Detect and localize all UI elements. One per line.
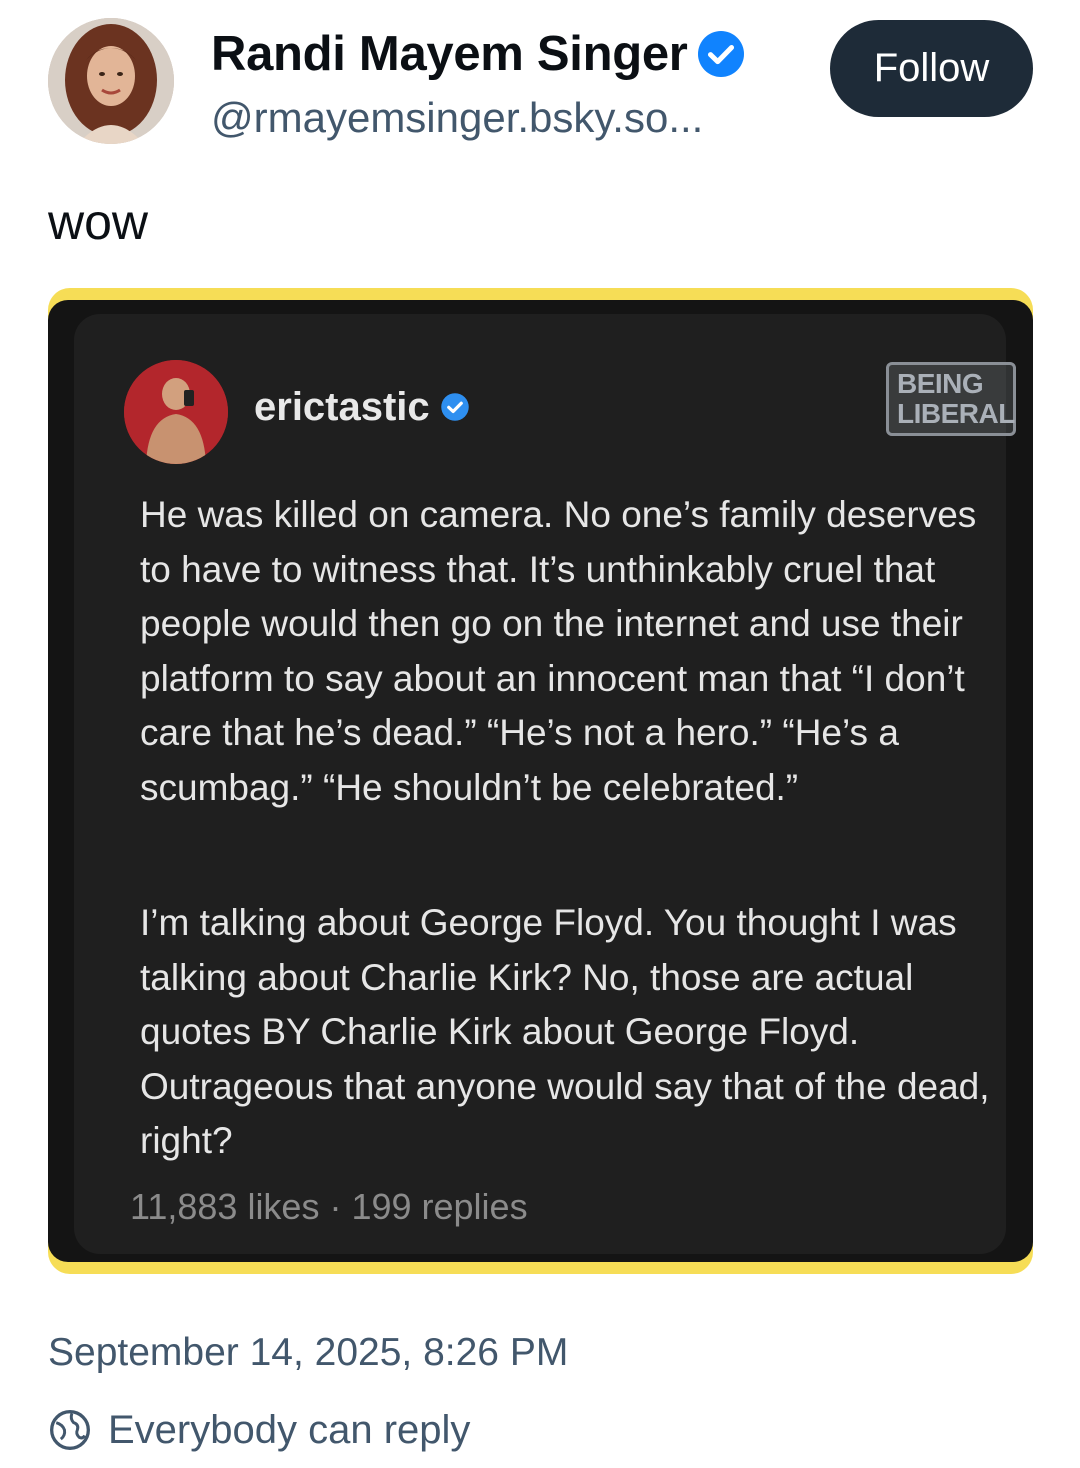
post-text: wow: [48, 194, 149, 250]
verified-badge-icon: [697, 31, 744, 77]
embedded-avatar-photo-icon: [124, 360, 228, 464]
author-avatar[interactable]: [48, 18, 174, 144]
embedded-paragraph-1: He was killed on camera. No one’s family…: [140, 494, 977, 808]
embedded-post-card: erictastic BEING LIBERAL He was killed o…: [74, 314, 1016, 1254]
author-display-name[interactable]: Randi Mayem Singer: [211, 22, 744, 86]
embedded-image[interactable]: erictastic BEING LIBERAL He was killed o…: [48, 288, 1033, 1274]
reply-setting: Everybody can reply: [48, 1402, 470, 1458]
reply-setting-text: Everybody can reply: [108, 1407, 471, 1452]
embedded-image-background: erictastic BEING LIBERAL He was killed o…: [48, 300, 1033, 1262]
embedded-user-avatar: [124, 360, 228, 464]
watermark-line2: LIBERAL: [897, 398, 1015, 429]
embedded-post-stats: 11,883 likes · 199 replies: [130, 1186, 528, 1227]
embedded-username-text: erictastic: [254, 385, 430, 429]
post-thread-view: Randi Mayem Singer @rmayemsinger.bsky.so…: [0, 0, 1080, 1468]
being-liberal-watermark-logo: BEING LIBERAL: [886, 362, 1016, 436]
author-handle[interactable]: @rmayemsinger.bsky.so...: [211, 90, 703, 146]
avatar-photo-icon: [48, 18, 174, 144]
author-name-text: Randi Mayem Singer: [211, 27, 688, 81]
globe-icon: [50, 1410, 90, 1450]
embedded-verified-badge-icon: [440, 393, 469, 421]
follow-button[interactable]: Follow: [830, 20, 1033, 117]
embedded-paragraph-2: I’m talking about George Floyd. You thou…: [140, 902, 990, 1161]
post-timestamp: September 14, 2025, 8:26 PM: [48, 1331, 569, 1374]
watermark-line1: BEING: [897, 368, 984, 399]
embedded-username: erictastic: [254, 380, 470, 434]
